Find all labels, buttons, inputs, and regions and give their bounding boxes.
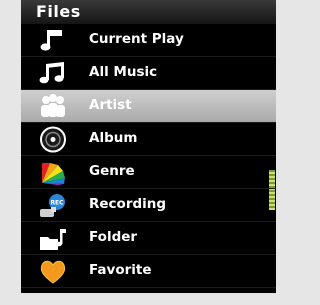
menu-item-artist[interactable]: Artist	[21, 90, 276, 210]
menu-item-favorite[interactable]: Favorite	[21, 255, 276, 288]
music-note-icon	[40, 30, 62, 51]
device-screen: Files Current Play All Music Artist Albu…	[21, 0, 276, 293]
disc-icon	[40, 126, 66, 153]
menu-item-label: Album	[89, 130, 138, 146]
menu-item-label: Artist	[89, 97, 132, 113]
music-notes-icon	[39, 62, 64, 84]
menu-item-genre[interactable]: Genre	[21, 156, 276, 189]
recording-icon: REC	[40, 194, 65, 217]
menu-item-label: Favorite	[89, 262, 152, 278]
menu-item-label: Folder	[89, 229, 138, 245]
menu-list: Current Play All Music Artist Album Genr…	[21, 24, 276, 288]
heart-icon	[40, 260, 66, 284]
menu-item-album[interactable]: Album	[21, 123, 276, 156]
menu-item-label: Genre	[89, 163, 135, 179]
menu-item-label: All Music	[89, 64, 158, 80]
artist-icon	[41, 94, 65, 117]
title-bar: Files	[21, 0, 276, 24]
menu-item-folder[interactable]: Folder	[21, 222, 276, 255]
menu-item-all-music[interactable]: All Music	[21, 57, 276, 90]
svg-text:REC: REC	[50, 200, 64, 207]
menu-item-label: Recording	[89, 196, 167, 212]
menu-item-current-play[interactable]: Current Play	[21, 24, 276, 57]
menu-item-recording[interactable]: REC Recording	[21, 189, 276, 222]
page-title: Files	[36, 2, 81, 21]
menu-item-label: Current Play	[89, 31, 184, 47]
genre-color-icon	[42, 163, 65, 185]
folder-music-icon	[40, 229, 66, 250]
